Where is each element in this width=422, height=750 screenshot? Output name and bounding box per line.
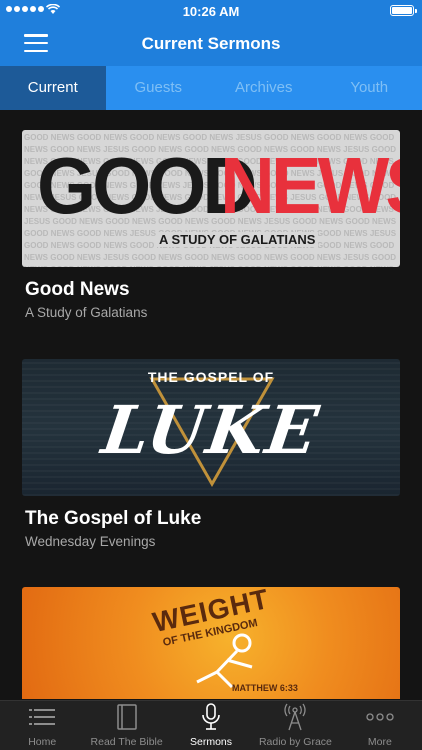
nav-bar: Current Sermons — [0, 22, 422, 66]
more-icon — [366, 713, 394, 721]
artwork-verse: MATTHEW 6:33 — [232, 683, 298, 693]
artwork-top-text: THE GOSPEL OF — [147, 369, 275, 385]
tab-youth[interactable]: Youth — [317, 66, 422, 110]
artwork-word-news: NEWS — [220, 141, 400, 232]
sermon-card-gospel-of-luke[interactable]: THE GOSPEL OF LUKE The Gospel of Luke We… — [22, 359, 400, 549]
tabbar-label: Sermons — [190, 736, 233, 748]
tabbar-label: More — [367, 736, 392, 748]
radio-tower-icon — [284, 703, 306, 731]
tabbar-radio-by-grace[interactable]: Radio by Grace — [253, 701, 337, 750]
tabbar-home[interactable]: Home — [0, 701, 84, 750]
tab-guests[interactable]: Guests — [106, 66, 212, 110]
sermon-tabs: Current Guests Archives Youth — [0, 66, 422, 110]
sermon-card-good-news[interactable]: GOOD NEWS GOOD NEWS GOOD NEWS GOOD NEWS … — [22, 130, 400, 320]
sermon-artwork-good-news[interactable]: GOOD NEWS GOOD NEWS GOOD NEWS GOOD NEWS … — [22, 130, 400, 267]
tab-archives[interactable]: Archives — [211, 66, 317, 110]
sermon-artwork-luke[interactable]: THE GOSPEL OF LUKE — [22, 359, 400, 496]
tab-current[interactable]: Current — [0, 66, 106, 110]
microphone-icon — [202, 703, 220, 730]
sermon-card-weight-of-the-kingdom[interactable]: WEIGHT OF THE KINGDOM MATTHEW 6:33 — [22, 587, 400, 699]
sermon-title: Good News — [25, 279, 130, 300]
tabbar-more[interactable]: More — [338, 701, 422, 750]
sermon-title: The Gospel of Luke — [25, 508, 202, 529]
tabbar-label: Home — [28, 736, 57, 748]
book-icon — [116, 704, 137, 730]
sermon-subtitle: A Study of Galatians — [25, 305, 148, 320]
artwork-big-text: LUKE — [97, 391, 325, 469]
sermon-artwork-weight[interactable]: WEIGHT OF THE KINGDOM MATTHEW 6:33 — [22, 587, 400, 699]
status-time: 10:26 AM — [182, 4, 240, 19]
list-icon — [29, 709, 56, 725]
artwork-caption: A STUDY OF GALATIANS — [156, 232, 319, 247]
battery-icon — [390, 5, 417, 16]
sermon-list[interactable]: GOOD NEWS GOOD NEWS GOOD NEWS GOOD NEWS … — [0, 110, 422, 700]
sermon-subtitle: Wednesday Evenings — [25, 534, 156, 549]
page-title: Current Sermons — [141, 34, 281, 53]
bottom-tab-bar: Home Read The Bible Sermons Radio by Gra… — [0, 700, 422, 750]
tabbar-read-the-bible[interactable]: Read The Bible — [84, 701, 168, 750]
tabbar-sermons[interactable]: Sermons — [169, 701, 253, 750]
tabbar-label: Radio by Grace — [258, 736, 332, 748]
tabbar-label: Read The Bible — [90, 736, 163, 748]
status-bar: 10:26 AM — [0, 0, 422, 22]
